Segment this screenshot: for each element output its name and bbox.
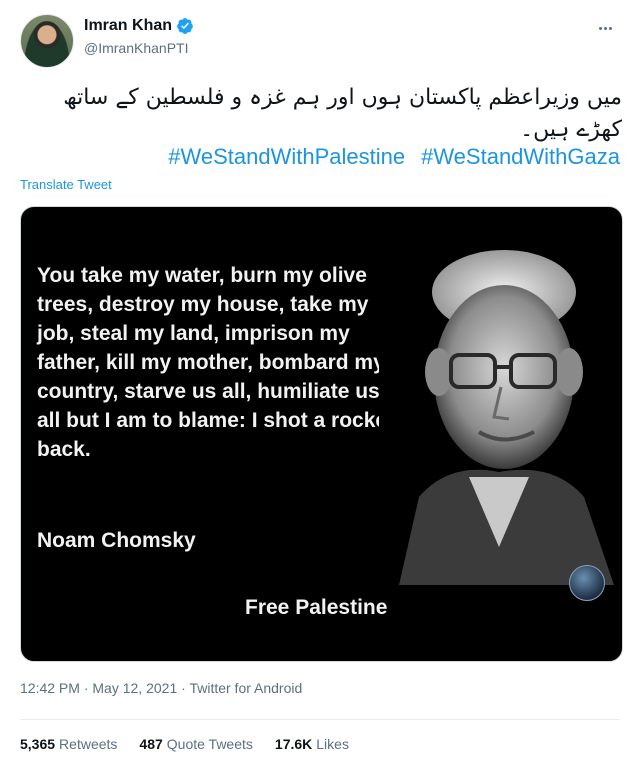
likes-count: 17.6K xyxy=(274,736,313,752)
media-quote-text: You take my water, burn my olive trees, … xyxy=(37,264,395,461)
tweet-metadata: 12:42 PM · May 12, 2021 · Twitter for An… xyxy=(20,680,303,696)
tweet-date[interactable]: May 12, 2021 xyxy=(92,680,177,696)
retweets-stat[interactable]: 5,365 Retweets xyxy=(20,736,117,752)
tweet-text: میں وزیراعظم پاکستان ہوں اور ہم غزہ و فل… xyxy=(63,85,622,142)
portrait-photo xyxy=(379,247,622,585)
profile-avatar[interactable] xyxy=(20,14,74,68)
hashtag-westandwithpalestine[interactable]: #WeStandWithPalestine xyxy=(168,144,405,169)
tweet-media-image[interactable]: You take my water, burn my olive trees, … xyxy=(20,206,623,662)
likes-label: Likes xyxy=(316,736,349,752)
hashtag-westandwithgaza[interactable]: #WeStandWithGaza xyxy=(421,144,620,169)
tweet-stats: 5,365 Retweets 487 Quote Tweets 17.6K Likes xyxy=(20,736,371,752)
more-options-icon[interactable] xyxy=(598,18,620,40)
verified-badge-icon xyxy=(177,18,193,34)
tweet-source[interactable]: Twitter for Android xyxy=(189,680,302,696)
hashtags: #WeStandWithPalestine #WeStandWithGaza xyxy=(168,144,620,170)
likes-stat[interactable]: 17.6K Likes xyxy=(275,736,349,752)
media-footer-text: Free Palestine xyxy=(245,596,388,619)
translate-tweet-link[interactable]: Translate Tweet xyxy=(20,177,112,192)
watermark-logo xyxy=(569,565,605,601)
divider xyxy=(20,719,620,720)
tweet-time[interactable]: 12:42 PM xyxy=(20,680,80,696)
author-name-row: Imran Khan xyxy=(84,17,194,35)
author-handle[interactable]: @ImranKhanPTI xyxy=(84,40,188,56)
quote-tweets-count: 487 xyxy=(139,736,163,752)
quote-tweets-stat[interactable]: 487 Quote Tweets xyxy=(139,736,253,752)
retweets-count: 5,365 xyxy=(20,736,56,752)
display-name[interactable]: Imran Khan xyxy=(84,17,172,35)
media-quote-author: Noam Chomsky xyxy=(37,529,196,552)
retweets-label: Retweets xyxy=(59,736,118,752)
quote-tweets-label: Quote Tweets xyxy=(166,736,253,752)
